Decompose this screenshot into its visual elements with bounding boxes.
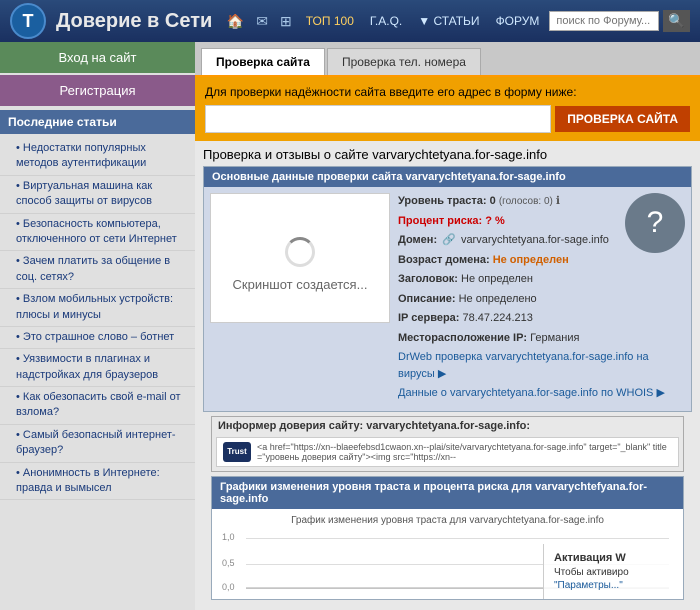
win-activation-title: Активация W bbox=[554, 552, 673, 564]
nav-top100[interactable]: ТОП 100 bbox=[300, 12, 360, 30]
screenshot-area: Скриншот создается... bbox=[210, 193, 390, 323]
logo-text: Доверие в Сети bbox=[56, 10, 213, 33]
tab-check-site[interactable]: Проверка сайта bbox=[201, 48, 325, 75]
grid-icon[interactable]: ⊞ bbox=[276, 11, 296, 32]
ip-value: 78.47.224.213 bbox=[463, 312, 533, 324]
desc-row: Описание: Не определено bbox=[398, 291, 685, 308]
header: Т Доверие в Сети 🏠 ✉ ⊞ ТОП 100 Г.А.Q. ▼ … bbox=[0, 0, 700, 42]
location-row: Месторасположение IP: Германия bbox=[398, 330, 685, 347]
drweb-row: DrWeb проверка varvarychtetyana.for-sage… bbox=[398, 349, 685, 382]
search-input[interactable] bbox=[549, 11, 659, 31]
results-area: Проверка и отзывы о сайте varvarychtetya… bbox=[195, 141, 700, 610]
sidebar-article-item[interactable]: Безопасность компьютера, отключенного от… bbox=[0, 214, 195, 252]
check-site-button[interactable]: ПРОВЕРКА САЙТА bbox=[555, 106, 690, 132]
windows-activation-overlay: Активация W Чтобы активиро "Параметры...… bbox=[543, 544, 683, 599]
sidebar-article-item[interactable]: Виртуальная машина как способ защиты от … bbox=[0, 176, 195, 214]
location-value: Германия bbox=[530, 332, 579, 344]
sidebar-articles-list: Недостатки популярных методов аутентифик… bbox=[0, 134, 195, 504]
home-icon[interactable]: 🏠 bbox=[223, 11, 248, 32]
sidebar-article-item[interactable]: Анонимность в Интернете: правда и вымысе… bbox=[0, 463, 195, 501]
register-button[interactable]: Регистрация bbox=[0, 75, 195, 106]
graph-content: График изменения уровня траста для varva… bbox=[212, 509, 683, 599]
mail-icon[interactable]: ✉ bbox=[252, 11, 272, 32]
nav-articles[interactable]: ▼ СТАТЬИ bbox=[412, 12, 485, 30]
graph-area: Графики изменения уровня траста и процен… bbox=[211, 476, 684, 600]
main-content: Проверка сайта Проверка тел. номера Для … bbox=[195, 42, 700, 610]
sidebar-article-item[interactable]: Самый безопасный интернет-браузер? bbox=[0, 425, 195, 463]
informer-box: Информер доверия сайту: varvarychtetyana… bbox=[211, 416, 684, 472]
search-button[interactable]: 🔍 bbox=[663, 10, 690, 32]
age-value: Не определен bbox=[493, 254, 569, 266]
info-panel: ? Уровень траста: 0 (голосов: 0) ℹ Проце… bbox=[398, 193, 685, 405]
age-label: Возраст домена: bbox=[398, 254, 490, 266]
ip-label: IP сервера: bbox=[398, 312, 459, 324]
site-url-input[interactable] bbox=[205, 105, 551, 133]
graph-title: График изменения уровня траста для varva… bbox=[218, 515, 677, 526]
trust-votes: (голосов: 0) bbox=[499, 196, 553, 207]
logo-icon: Т bbox=[10, 3, 46, 39]
tabs: Проверка сайта Проверка тел. номера bbox=[195, 42, 700, 77]
whois-link[interactable]: Данные о varvarychtetyana.for-sage.info … bbox=[398, 387, 665, 399]
nav-bar: 🏠 ✉ ⊞ ТОП 100 Г.А.Q. ▼ СТАТЬИ ФОРУМ 🔍 bbox=[223, 10, 690, 32]
sidebar-article-item[interactable]: Как обезопасить свой e-mail от взлома? bbox=[0, 387, 195, 425]
desc-label: Описание: bbox=[398, 293, 456, 305]
header-row: Заголовок: Не определен bbox=[398, 271, 685, 288]
nav-forum[interactable]: ФОРУМ bbox=[490, 12, 546, 30]
page-header-value: Не определен bbox=[461, 273, 533, 285]
informer-content: Trust <a href="https://xn--blaeefebsd1cw… bbox=[216, 437, 679, 467]
nav-faq[interactable]: Г.А.Q. bbox=[364, 12, 408, 30]
location-label: Месторасположение IP: bbox=[398, 332, 527, 344]
drweb-link[interactable]: DrWeb проверка varvarychtetyana.for-sage… bbox=[398, 351, 649, 380]
check-form-label: Для проверки надёжности сайта введите ег… bbox=[205, 85, 690, 99]
domain-label: Домен: bbox=[398, 234, 437, 246]
sidebar-article-item[interactable]: Зачем платить за общение в соц. сетях? bbox=[0, 251, 195, 289]
graph-y-label-mid: 0,5 bbox=[222, 558, 235, 568]
whois-row: Данные о varvarychtetyana.for-sage.info … bbox=[398, 385, 685, 402]
ip-row: IP сервера: 78.47.224.213 bbox=[398, 310, 685, 327]
win-activation-link[interactable]: "Параметры..." bbox=[554, 580, 673, 591]
graph-y-label-bot: 0,0 bbox=[222, 582, 235, 592]
sidebar-article-item[interactable]: Это страшное слово – ботнет bbox=[0, 327, 195, 349]
screenshot-label: Скриншот создается... bbox=[233, 277, 368, 292]
domain-value: varvarychtetyana.for-sage.info bbox=[461, 234, 609, 246]
main-data-box: Основные данные проверки сайта varvarych… bbox=[203, 166, 692, 412]
trust-level-label: Уровень траста: 0 bbox=[398, 195, 496, 207]
win-activation-text: Чтобы активиро bbox=[554, 567, 673, 578]
check-form-row: ПРОВЕРКА САЙТА bbox=[205, 105, 690, 133]
sidebar: Вход на сайт Регистрация Последние стать… bbox=[0, 42, 195, 610]
informer-code[interactable]: <a href="https://xn--blaeefebsd1cwaon.xn… bbox=[257, 442, 672, 462]
sidebar-article-item[interactable]: Взлом мобильных устройств: плюсы и минус… bbox=[0, 289, 195, 327]
loading-spinner bbox=[285, 237, 315, 267]
sidebar-article-item[interactable]: Уязвимости в плагинах и надстройках для … bbox=[0, 349, 195, 387]
trust-badge: ? bbox=[625, 193, 685, 253]
domain-link-icon: 🔗 bbox=[442, 234, 459, 246]
check-form-area: Для проверки надёжности сайта введите ег… bbox=[195, 77, 700, 141]
main-data-content: Скриншот создается... ? Уровень траста: … bbox=[204, 187, 691, 411]
login-button[interactable]: Вход на сайт bbox=[0, 42, 195, 73]
graph-y-label-top: 1,0 bbox=[222, 532, 235, 542]
desc-value: Не определено bbox=[459, 293, 537, 305]
sidebar-article-item[interactable]: Недостатки популярных методов аутентифик… bbox=[0, 138, 195, 176]
main-data-box-header: Основные данные проверки сайта varvarych… bbox=[204, 167, 691, 187]
tab-check-phone[interactable]: Проверка тел. номера bbox=[327, 48, 481, 75]
page-header-label: Заголовок: bbox=[398, 273, 458, 285]
age-row: Возраст домена: Не определен bbox=[398, 252, 685, 269]
graph-header: Графики изменения уровня траста и процен… bbox=[212, 477, 683, 509]
results-title: Проверка и отзывы о сайте varvarychtetya… bbox=[203, 147, 692, 162]
sidebar-articles-title: Последние статьи bbox=[0, 110, 195, 134]
informer-header: Информер доверия сайту: varvarychtetyana… bbox=[212, 417, 683, 435]
trust-info-icon: ℹ bbox=[556, 195, 560, 207]
trust-percent-value: Процент риска: ? % bbox=[398, 215, 505, 227]
informer-mini-logo: Trust bbox=[223, 442, 251, 462]
layout: Вход на сайт Регистрация Последние стать… bbox=[0, 42, 700, 610]
